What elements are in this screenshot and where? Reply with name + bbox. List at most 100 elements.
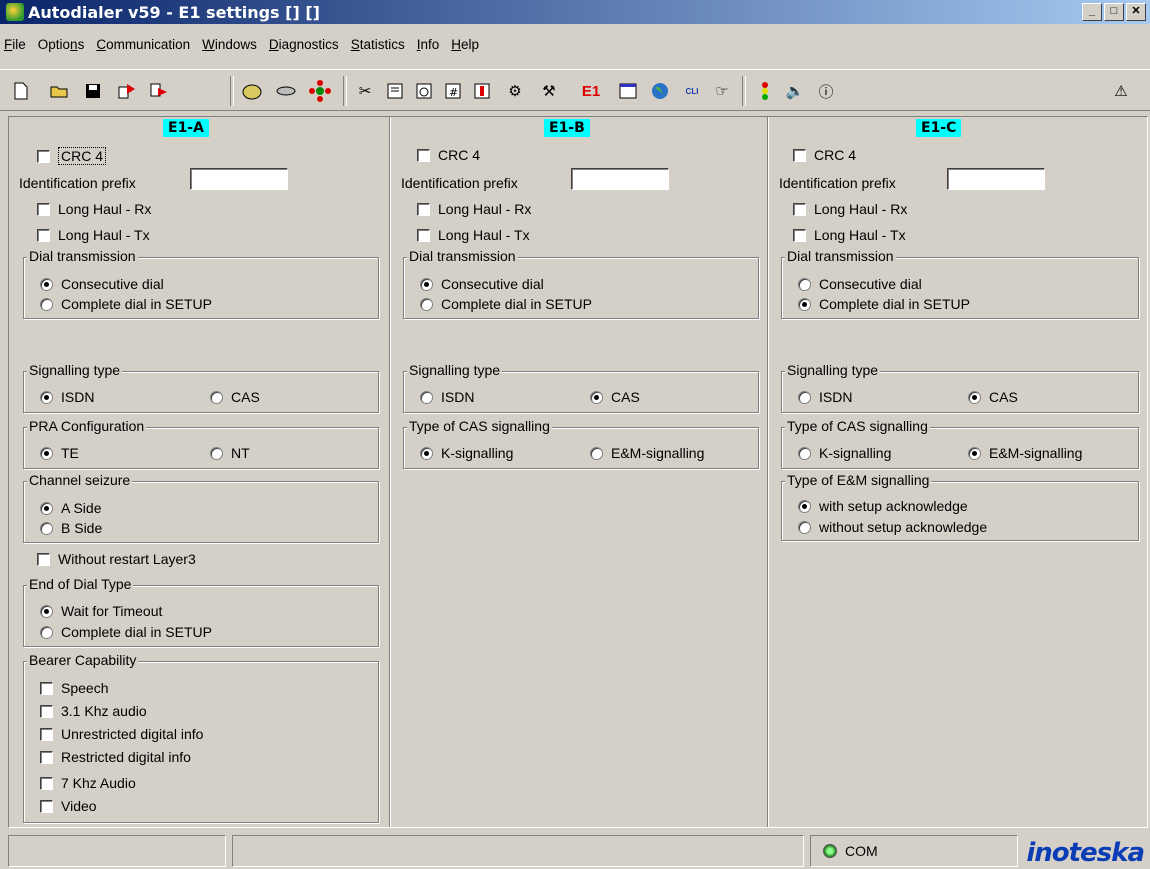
menu-info[interactable]: Info (417, 37, 440, 59)
log-icon[interactable] (384, 80, 406, 102)
audio-31khz-checkbox[interactable]: 3.1 Khz audio (40, 703, 147, 719)
copy-icon[interactable] (116, 80, 138, 102)
radio[interactable] (968, 390, 981, 404)
radio[interactable] (40, 501, 53, 515)
tools-icon[interactable]: ⚒ (538, 80, 560, 102)
checkbox[interactable] (417, 228, 430, 242)
k-signalling-radio-c[interactable]: K-signalling (798, 445, 891, 461)
menu-options[interactable]: Options (38, 37, 85, 59)
new-file-icon[interactable] (10, 80, 32, 102)
checkbox[interactable] (793, 202, 806, 216)
cas-radio-c[interactable]: CAS (968, 389, 1018, 405)
speaker-icon[interactable]: 🔈 (784, 80, 806, 102)
long-haul-rx-checkbox-a[interactable]: Long Haul - Rx (37, 201, 151, 217)
menu-communication[interactable]: Communication (96, 37, 190, 59)
radio[interactable] (420, 390, 433, 404)
radio[interactable] (420, 446, 433, 460)
radio[interactable] (40, 277, 53, 291)
settings-icon[interactable]: ⚙ (504, 80, 526, 102)
id-prefix-input-a[interactable] (190, 168, 288, 190)
cas-radio-a[interactable]: CAS (210, 389, 260, 405)
with-setup-ack-radio-c[interactable]: with setup acknowledge (798, 498, 968, 514)
radio[interactable] (40, 604, 53, 618)
crc4-checkbox-b[interactable]: CRC 4 (417, 147, 480, 163)
checkbox[interactable] (40, 681, 53, 695)
menu-help[interactable]: Help (451, 37, 479, 59)
radio[interactable] (798, 297, 811, 311)
complete-dial-setup-radio-a[interactable]: Complete dial in SETUP (40, 624, 212, 640)
checkbox[interactable] (417, 202, 430, 216)
long-haul-tx-checkbox-a[interactable]: Long Haul - Tx (37, 227, 150, 243)
alert-icon[interactable] (471, 80, 493, 102)
menu-file[interactable]: File (4, 37, 26, 59)
without-setup-ack-radio-c[interactable]: without setup acknowledge (798, 519, 987, 535)
long-haul-tx-checkbox-b[interactable]: Long Haul - Tx (417, 227, 530, 243)
checkbox[interactable] (793, 228, 806, 242)
maximize-button[interactable]: □ (1104, 3, 1124, 21)
checkbox[interactable] (417, 148, 430, 162)
calendar-icon[interactable] (617, 80, 639, 102)
audio-7khz-checkbox[interactable]: 7 Khz Audio (40, 775, 136, 791)
minimize-button[interactable]: _ (1082, 3, 1102, 21)
em-signalling-radio-c[interactable]: E&M-signalling (968, 445, 1082, 461)
long-haul-rx-checkbox-c[interactable]: Long Haul - Rx (793, 201, 907, 217)
menu-diagnostics[interactable]: Diagnostics (269, 37, 339, 59)
consecutive-dial-radio-c[interactable]: Consecutive dial (798, 276, 922, 292)
traffic-light-icon[interactable] (754, 80, 776, 102)
radio[interactable] (210, 390, 223, 404)
checkbox[interactable] (40, 727, 53, 741)
radio[interactable] (40, 521, 53, 535)
cable-icon[interactable] (275, 80, 297, 102)
complete-dial-radio-b[interactable]: Complete dial in SETUP (420, 296, 592, 312)
radio[interactable] (40, 625, 53, 639)
crc4-checkbox-a[interactable]: CRC 4 (37, 147, 107, 165)
long-haul-tx-checkbox-c[interactable]: Long Haul - Tx (793, 227, 906, 243)
te-radio-a[interactable]: TE (40, 445, 79, 461)
export-icon[interactable] (148, 80, 170, 102)
radio[interactable] (968, 446, 981, 460)
em-signalling-radio-b[interactable]: E&M-signalling (590, 445, 704, 461)
menu-statistics[interactable]: Statistics (351, 37, 405, 59)
checkbox[interactable] (40, 776, 53, 790)
restricted-digital-checkbox[interactable]: Restricted digital info (40, 749, 191, 765)
isdn-radio-a[interactable]: ISDN (40, 389, 94, 405)
isdn-radio-c[interactable]: ISDN (798, 389, 852, 405)
without-restart-checkbox-a[interactable]: Without restart Layer3 (37, 551, 196, 567)
complete-dial-radio-c[interactable]: Complete dial in SETUP (798, 296, 970, 312)
consecutive-dial-radio-a[interactable]: Consecutive dial (40, 276, 164, 292)
complete-dial-radio-a[interactable]: Complete dial in SETUP (40, 296, 212, 312)
id-prefix-input-b[interactable] (571, 168, 669, 190)
long-haul-rx-checkbox-b[interactable]: Long Haul - Rx (417, 201, 531, 217)
info-icon[interactable]: ⓘ (815, 80, 837, 102)
video-checkbox[interactable]: Video (40, 798, 97, 814)
speech-checkbox[interactable]: Speech (40, 680, 108, 696)
radio[interactable] (40, 297, 53, 311)
checkbox[interactable] (37, 202, 50, 216)
checkbox[interactable] (37, 228, 50, 242)
unrestricted-digital-checkbox[interactable]: Unrestricted digital info (40, 726, 203, 742)
b-side-radio-a[interactable]: B Side (40, 520, 102, 536)
checkbox[interactable] (37, 149, 50, 163)
radio[interactable] (210, 446, 223, 460)
crc4-checkbox-c[interactable]: CRC 4 (793, 147, 856, 163)
scissors-icon[interactable]: ✂ (354, 80, 376, 102)
cli-icon[interactable]: CLI (681, 80, 703, 102)
e1-icon[interactable]: E1 (577, 80, 605, 102)
isdn-radio-b[interactable]: ISDN (420, 389, 474, 405)
close-button[interactable]: ✕ (1126, 3, 1146, 21)
help-icon[interactable]: ⚠ (1110, 80, 1132, 102)
timer-icon[interactable] (413, 80, 435, 102)
network-icon[interactable] (309, 80, 331, 102)
radio[interactable] (590, 446, 603, 460)
cas-radio-b[interactable]: CAS (590, 389, 640, 405)
id-prefix-input-c[interactable] (947, 168, 1045, 190)
radio[interactable] (798, 277, 811, 291)
wait-timeout-radio-a[interactable]: Wait for Timeout (40, 603, 162, 619)
radio[interactable] (420, 297, 433, 311)
radio[interactable] (420, 277, 433, 291)
a-side-radio-a[interactable]: A Side (40, 500, 101, 516)
radio[interactable] (590, 390, 603, 404)
phone-book-icon[interactable] (241, 80, 263, 102)
radio[interactable] (798, 446, 811, 460)
k-signalling-radio-b[interactable]: K-signalling (420, 445, 513, 461)
